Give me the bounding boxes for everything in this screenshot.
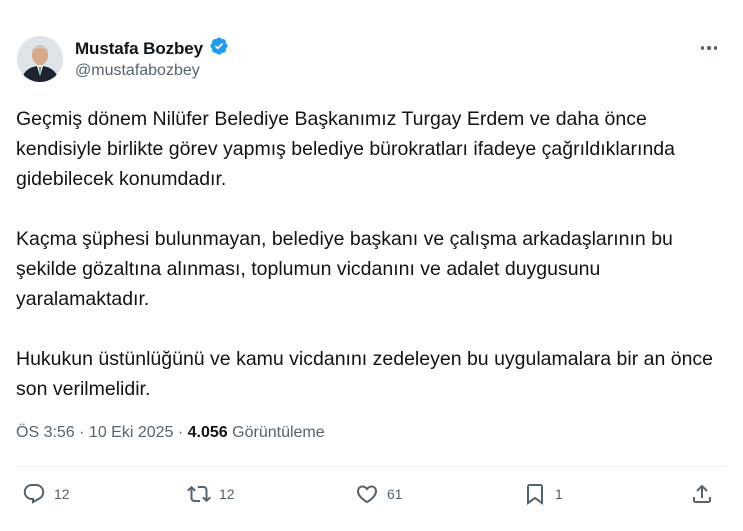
bookmark-count: 1	[555, 486, 563, 502]
avatar[interactable]	[17, 36, 63, 82]
action-bar: 12 12 61 1	[0, 482, 743, 512]
tweet-card: Mustafa Bozbey @mustafabozbey Geçmiş dön…	[0, 0, 743, 531]
reply-icon	[23, 484, 45, 504]
repost-icon	[187, 485, 211, 503]
repost-button[interactable]: 12	[187, 482, 235, 506]
tweet-paragraph-1: Geçmiş dönem Nilüfer Belediye Başkanımız…	[16, 108, 681, 190]
author-name-row: Mustafa Bozbey	[75, 36, 229, 61]
repost-count: 12	[219, 486, 235, 502]
reply-count: 12	[54, 486, 70, 502]
verified-badge-icon	[209, 36, 229, 61]
bookmark-button[interactable]: 1	[523, 482, 563, 506]
tweet-paragraph-3: Hukukun üstünlüğünü ve kamu vicdanını ze…	[16, 348, 719, 400]
author-name[interactable]: Mustafa Bozbey	[75, 39, 203, 59]
more-icon[interactable]	[697, 38, 721, 58]
divider	[16, 466, 727, 467]
views-label: Görüntüleme	[232, 424, 325, 441]
tweet-date[interactable]: 10 Eki 2025	[89, 424, 174, 441]
tweet-paragraph-2: Kaçma şüphesi bulunmayan, belediye başka…	[16, 228, 679, 310]
share-icon	[693, 484, 711, 503]
tweet-text: Geçmiş dönem Nilüfer Belediye Başkanımız…	[16, 104, 728, 404]
like-icon	[356, 485, 378, 504]
like-count: 61	[387, 486, 403, 502]
author-handle[interactable]: @mustafabozbey	[75, 62, 200, 80]
views-count: 4.056	[187, 424, 228, 441]
tweet-meta: ÖS 3:56 · 10 Eki 2025 · 4.056 Görüntülem…	[16, 424, 325, 441]
reply-button[interactable]: 12	[22, 482, 70, 506]
like-button[interactable]: 61	[355, 482, 403, 506]
bookmark-icon	[527, 484, 543, 505]
tweet-time[interactable]: ÖS 3:56	[16, 424, 75, 441]
share-button[interactable]	[690, 482, 714, 506]
